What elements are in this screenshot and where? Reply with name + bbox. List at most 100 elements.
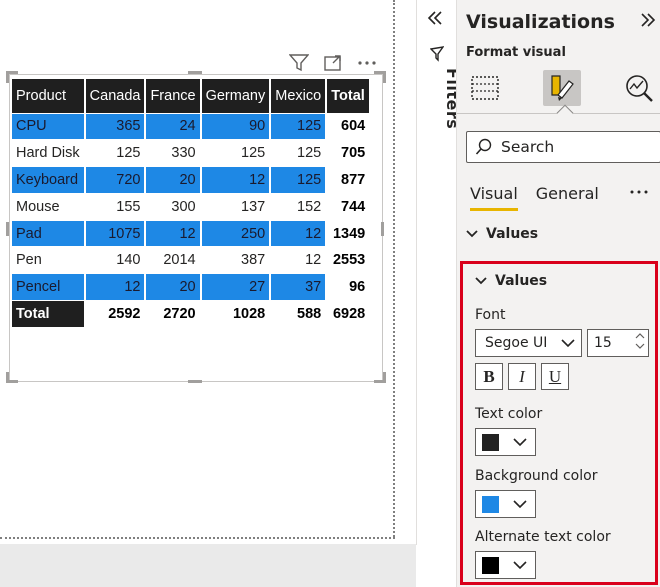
- analytics-icon: [626, 75, 653, 102]
- focus-mode-icon[interactable]: [322, 53, 344, 73]
- chevron-down-icon: [466, 230, 478, 238]
- build-visual-icon: [471, 76, 499, 100]
- chevron-down-icon: [513, 500, 527, 509]
- resize-handle[interactable]: [6, 372, 9, 383]
- resize-handle[interactable]: [383, 71, 386, 83]
- column-total-cell: 2720: [145, 300, 202, 328]
- value-cell: 12: [200, 166, 272, 194]
- format-tabs: Visual General: [470, 184, 599, 211]
- value-cell: 250: [200, 220, 272, 248]
- chevron-down-icon: [561, 339, 575, 348]
- font-family-dropdown[interactable]: Segoe UI: [475, 329, 582, 357]
- product-cell: Mouse: [12, 193, 86, 221]
- column-total-cell: 2592: [84, 300, 147, 328]
- text-color-picker[interactable]: [475, 428, 536, 456]
- grand-total-cell: 6928: [326, 300, 372, 328]
- font-size-stepper[interactable]: 15: [587, 329, 649, 357]
- canvas-footer: [0, 544, 416, 587]
- report-canvas[interactable]: Product Canada France Germany Mexico Tot…: [0, 0, 416, 587]
- resize-handle[interactable]: [6, 71, 9, 83]
- value-cell: 12: [270, 220, 328, 248]
- value-cell: 1075: [84, 220, 147, 248]
- underline-button[interactable]: U: [541, 363, 569, 390]
- column-header[interactable]: Total: [326, 79, 372, 114]
- table-row[interactable]: CPU 365 24 90 125 604: [12, 113, 372, 141]
- value-cell: 140: [84, 246, 147, 275]
- table-total-row[interactable]: Total 2592 2720 1028 588 6928: [12, 300, 372, 328]
- value-cell: 125: [84, 139, 147, 168]
- filter-icon: [429, 46, 445, 66]
- values-subsection-header[interactable]: Values: [475, 273, 547, 289]
- table-row[interactable]: Pen 140 2014 387 12 2553: [12, 246, 372, 275]
- filters-pane-collapsed[interactable]: Filters: [416, 0, 462, 545]
- more-options-icon[interactable]: [356, 53, 378, 73]
- value-cell: 137: [200, 193, 272, 221]
- matrix-table[interactable]: Product Canada France Germany Mexico Tot…: [12, 79, 372, 328]
- value-cell: 24: [145, 113, 202, 141]
- product-cell: Pencel: [12, 273, 86, 302]
- collapse-filters-icon[interactable]: [427, 10, 443, 31]
- value-cell: 125: [270, 166, 328, 194]
- background-color-label: Background color: [475, 468, 598, 484]
- chevron-up-icon[interactable]: [635, 332, 645, 339]
- product-cell: CPU: [12, 113, 86, 141]
- chevron-down-icon: [513, 561, 527, 570]
- column-header[interactable]: Germany: [200, 79, 272, 114]
- resize-handle[interactable]: [6, 222, 9, 236]
- expand-pane-icon[interactable]: [640, 12, 656, 33]
- value-cell: 27: [200, 273, 272, 302]
- value-cell: 720: [84, 166, 147, 194]
- italic-button[interactable]: I: [508, 363, 536, 390]
- product-cell: Pad: [12, 220, 86, 248]
- chevron-down-icon: [475, 277, 487, 285]
- table-row[interactable]: Mouse 155 300 137 152 744: [12, 193, 372, 221]
- more-options-icon[interactable]: [629, 180, 649, 201]
- table-row[interactable]: Keyboard 720 20 12 125 877: [12, 166, 372, 194]
- column-header[interactable]: Product: [12, 79, 86, 114]
- section-title: Values: [486, 226, 539, 242]
- value-cell: 12: [270, 246, 328, 275]
- column-total-cell: 588: [270, 300, 328, 328]
- table-row[interactable]: Pad 1075 12 250 12 1349: [12, 220, 372, 248]
- format-visual-button[interactable]: [543, 70, 581, 106]
- resize-handle[interactable]: [188, 380, 202, 383]
- alternate-text-color-picker[interactable]: [475, 551, 536, 579]
- row-total-cell: 604: [326, 113, 372, 141]
- value-cell: 90: [200, 113, 272, 141]
- background-color-picker[interactable]: [475, 490, 536, 518]
- value-cell: 125: [270, 113, 328, 141]
- font-family-value: Segoe UI: [485, 335, 548, 351]
- tab-visual[interactable]: Visual: [470, 184, 518, 211]
- resize-handle[interactable]: [381, 222, 384, 236]
- resize-handle[interactable]: [188, 71, 202, 74]
- column-header[interactable]: France: [145, 79, 202, 114]
- value-cell: 152: [270, 193, 328, 221]
- bold-button[interactable]: B: [475, 363, 503, 390]
- table-row[interactable]: Pencel 12 20 27 37 96: [12, 273, 372, 302]
- value-cell: 155: [84, 193, 147, 221]
- pane-title: Visualizations: [466, 11, 615, 33]
- font-size-value: 15: [594, 335, 612, 351]
- values-section-header[interactable]: Values: [466, 226, 538, 242]
- paint-brush-icon: [551, 75, 574, 101]
- row-total-cell: 744: [326, 193, 372, 221]
- value-cell: 12: [145, 220, 202, 248]
- search-icon: [475, 138, 492, 155]
- resize-handle[interactable]: [383, 372, 386, 383]
- product-cell: Pen: [12, 246, 86, 275]
- analytics-button[interactable]: [620, 70, 658, 106]
- column-header[interactable]: Mexico: [270, 79, 328, 114]
- color-swatch: [482, 433, 499, 451]
- filter-icon[interactable]: [288, 53, 310, 73]
- value-cell: 365: [84, 113, 147, 141]
- column-total-cell: 1028: [200, 300, 272, 328]
- build-visual-button[interactable]: [466, 70, 504, 106]
- table-row[interactable]: Hard Disk 125 330 125 125 705: [12, 139, 372, 168]
- page-boundary-bottom: [0, 537, 395, 539]
- tab-general[interactable]: General: [536, 184, 599, 211]
- color-swatch: [482, 495, 499, 513]
- chevron-down-icon[interactable]: [635, 343, 645, 350]
- value-cell: 300: [145, 193, 202, 221]
- search-input[interactable]: Search: [466, 131, 660, 163]
- column-header[interactable]: Canada: [84, 79, 147, 114]
